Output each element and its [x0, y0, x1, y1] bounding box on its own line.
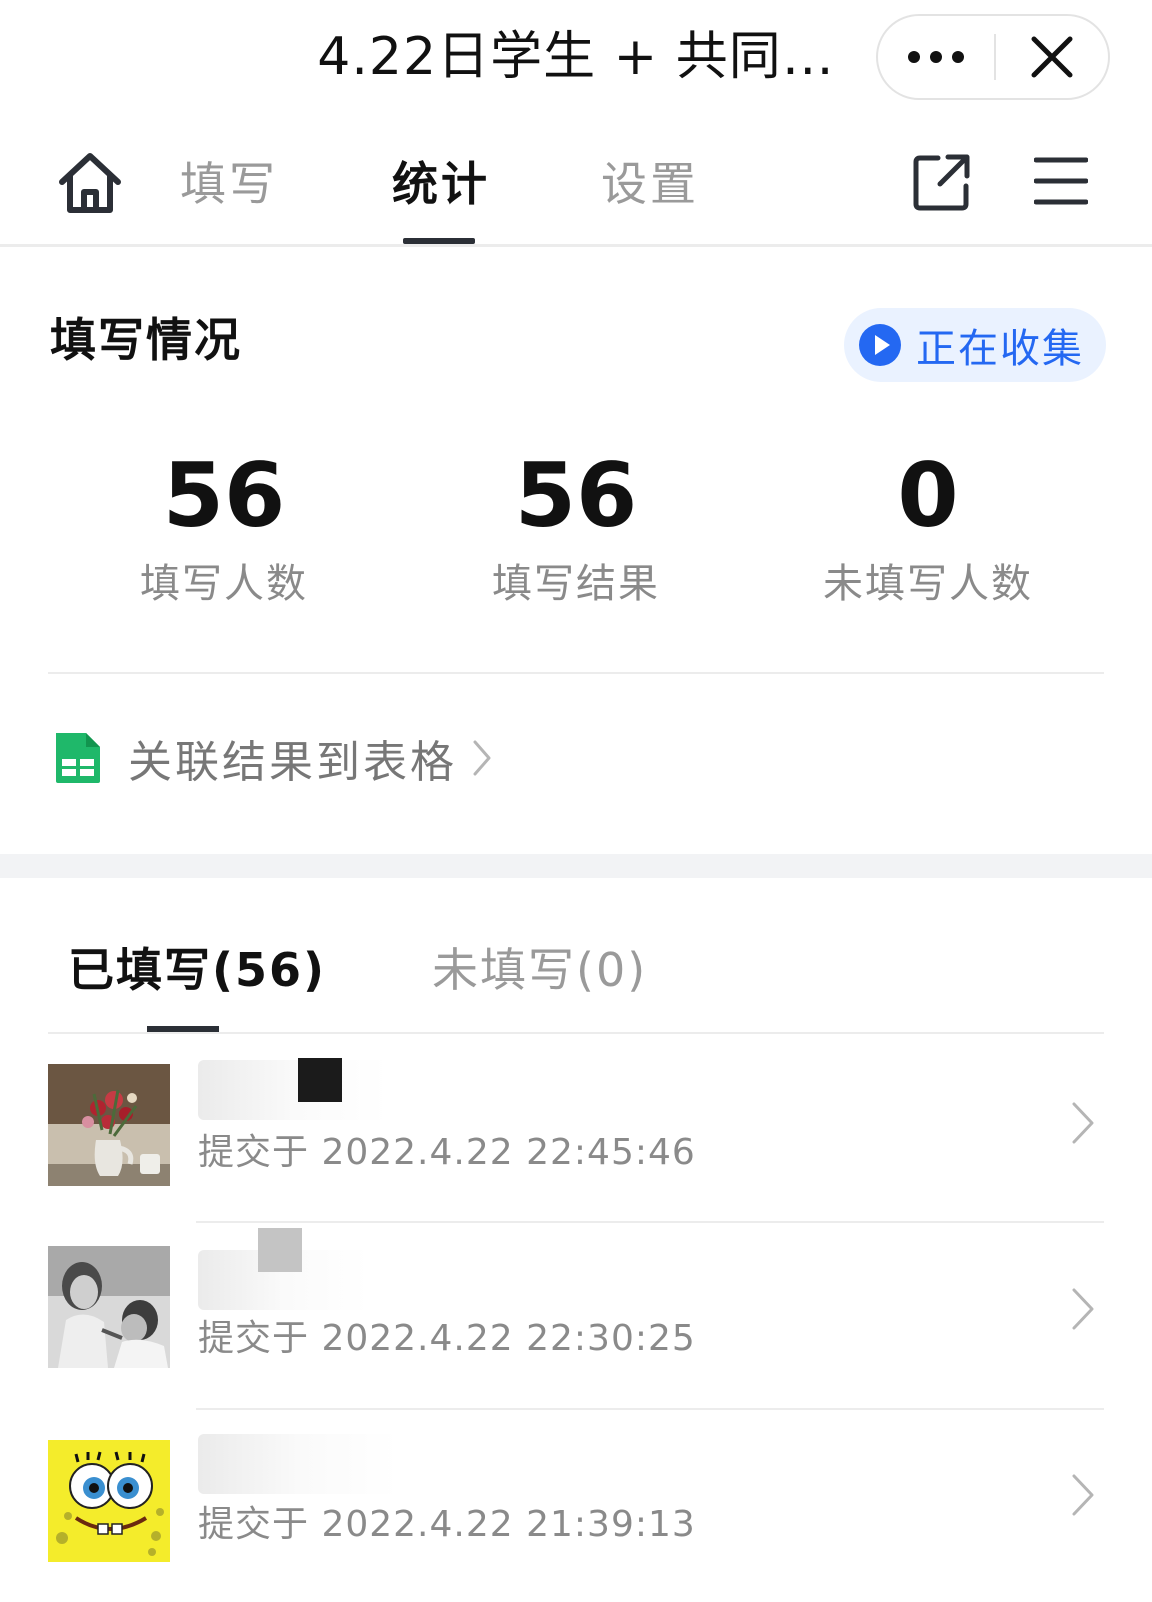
share-icon	[913, 154, 970, 211]
menu-button[interactable]	[1033, 154, 1089, 208]
avatar	[48, 1246, 170, 1368]
sheet-link-label: 关联结果到表格	[128, 737, 457, 788]
submit-time: 提交于 2022.4.22 22:45:46	[198, 1132, 696, 1173]
submit-time: 提交于 2022.4.22 21:39:13	[198, 1504, 696, 1545]
divider	[48, 672, 1104, 674]
list-item[interactable]: 提交于 2022.4.22 22:30:25	[0, 1228, 1152, 1416]
avatar	[48, 1440, 170, 1562]
top-nav	[0, 120, 1152, 246]
row-divider	[196, 1221, 1104, 1223]
chevron-right-icon	[473, 740, 491, 776]
miniprogram-capsule	[876, 14, 1110, 100]
dot-icon	[908, 51, 920, 63]
stat-label: 填写人数	[140, 561, 308, 607]
title-bar: 4.22日学生 + 共同…	[0, 0, 1152, 120]
submitter-name	[198, 1434, 398, 1494]
play-icon	[859, 324, 901, 366]
redaction-block	[258, 1228, 302, 1272]
home-button[interactable]	[56, 150, 124, 216]
spongebob-avatar	[48, 1440, 170, 1562]
spreadsheet-icon	[56, 733, 100, 783]
submitter-name	[198, 1060, 388, 1120]
dot-icon	[952, 51, 964, 63]
tab-filled[interactable]: 已填写(56)	[68, 938, 326, 1002]
section-title: 填写情况	[50, 313, 242, 367]
dot-icon	[930, 51, 942, 63]
share-button[interactable]	[912, 152, 972, 212]
stat-label: 填写结果	[492, 561, 660, 607]
status-badge[interactable]: 正在收集	[844, 308, 1106, 382]
chevron-right-icon	[1072, 1474, 1094, 1516]
avatar	[48, 1064, 170, 1186]
stat-value: 56	[162, 444, 286, 547]
submit-time: 提交于 2022.4.22 22:30:25	[198, 1318, 696, 1359]
more-options-button[interactable]	[878, 16, 994, 98]
stat-label: 未填写人数	[823, 561, 1033, 607]
list-item[interactable]: 提交于 2022.4.22 21:39:13	[0, 1414, 1152, 1602]
row-divider	[196, 1408, 1104, 1410]
flowers-vase-photo	[48, 1064, 170, 1186]
tab-fill[interactable]: 填写	[180, 152, 278, 216]
stat-value: 0	[897, 444, 959, 547]
list-item[interactable]: 提交于 2022.4.22 22:45:46	[0, 1040, 1152, 1228]
tab-statistics[interactable]: 统计	[392, 152, 490, 216]
status-label: 正在收集	[916, 326, 1084, 372]
section-separator	[0, 854, 1152, 878]
tab-not-filled[interactable]: 未填写(0)	[432, 938, 647, 1002]
close-icon	[1031, 36, 1073, 78]
home-icon	[59, 153, 121, 213]
subtab-divider	[48, 1032, 1104, 1034]
chevron-right-icon	[1072, 1288, 1094, 1330]
vintage-bw-photo	[48, 1246, 170, 1368]
stat-value: 56	[514, 444, 638, 547]
chevron-right-icon	[1072, 1102, 1094, 1144]
close-button[interactable]	[996, 16, 1108, 98]
redaction-block	[298, 1058, 342, 1102]
nav-divider	[0, 244, 1152, 247]
link-results-to-sheet[interactable]: 关联结果到表格	[52, 728, 493, 788]
menu-icon	[1033, 157, 1089, 205]
tab-settings[interactable]: 设置	[601, 152, 699, 216]
